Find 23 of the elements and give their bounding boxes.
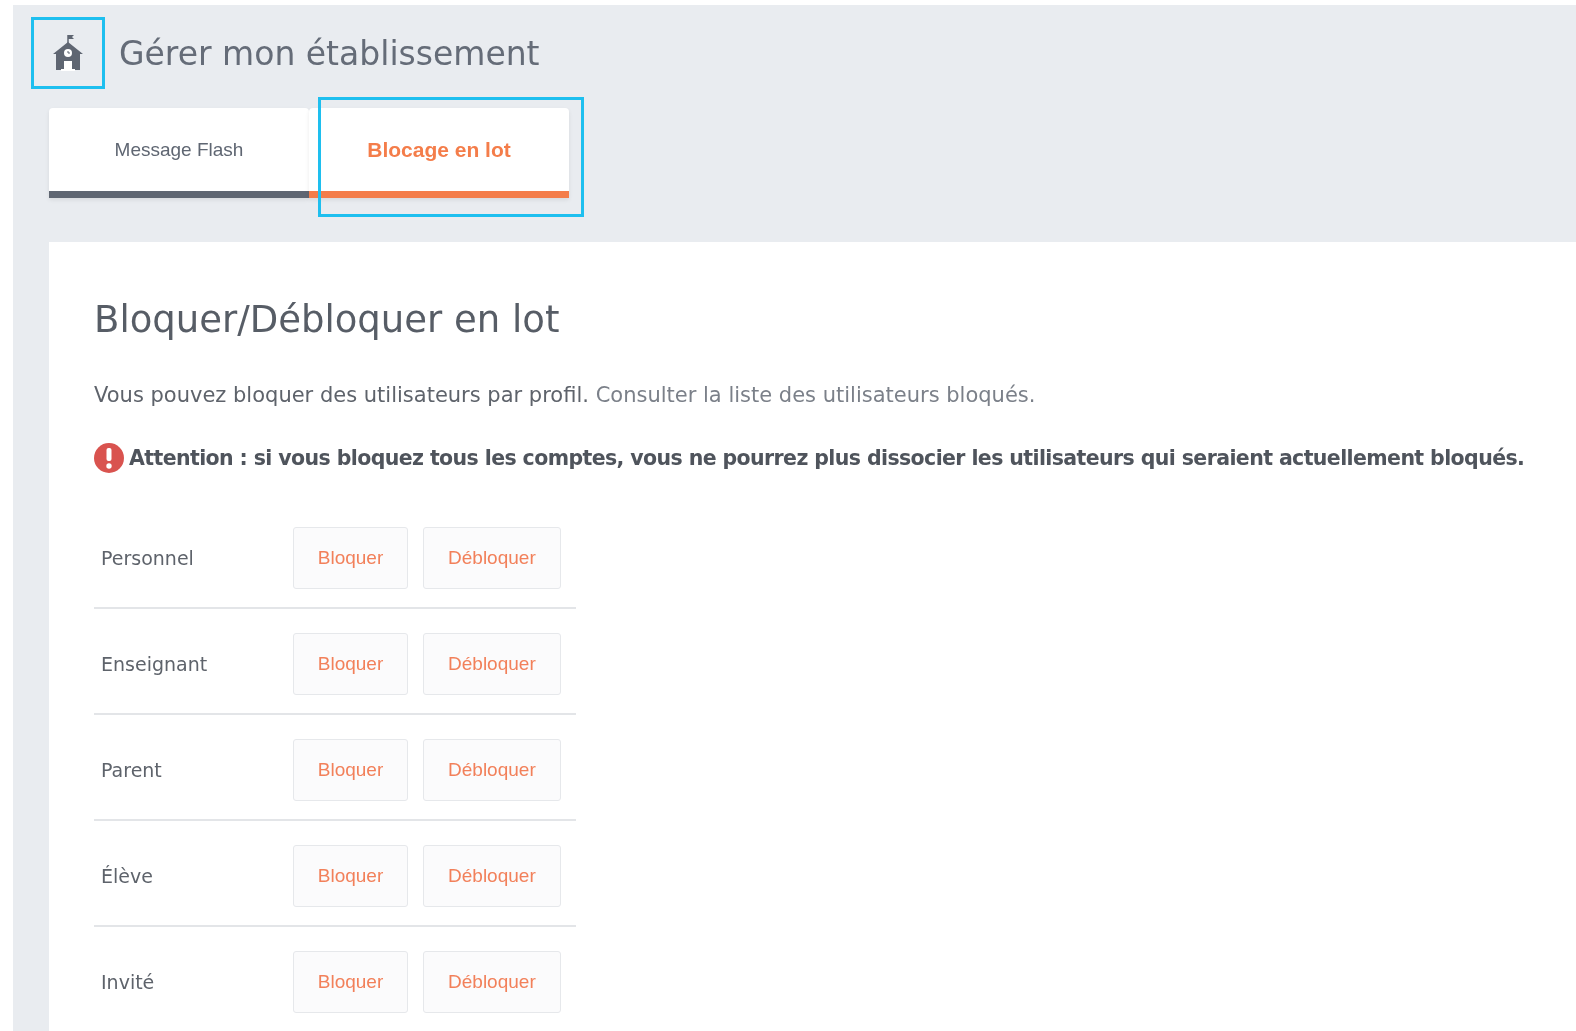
profile-label: Élève bbox=[100, 865, 154, 887]
profile-label: Personnel bbox=[100, 547, 195, 569]
blocked-users-link[interactable]: Consulter la liste des utilisateurs bloqués. bbox=[595, 383, 1036, 407]
tab[interactable]: Blocage en lot bbox=[309, 108, 569, 198]
block-button[interactable]: Bloquer bbox=[293, 951, 408, 1013]
unblock-button[interactable]: Débloquer bbox=[422, 951, 561, 1013]
warning-text: Attention : si vous bloquez tous les comptes, vous ne pourrez plus dissocier les utilisateurs qui seraient actuellement bloqués. bbox=[129, 446, 1525, 470]
unblock-button[interactable]: Débloquer bbox=[422, 845, 561, 907]
section-heading: Bloquer/Débloquer en lot bbox=[94, 298, 561, 341]
block-button[interactable]: Bloquer bbox=[293, 739, 408, 801]
block-button[interactable]: Bloquer bbox=[293, 527, 408, 589]
page-title: Gérer mon établissement bbox=[119, 33, 540, 73]
profile-label: Parent bbox=[100, 759, 163, 781]
intro-text: Vous pouvez bloquer des utilisateurs par profil. Consulter la liste des utilisateurs bloqués. bbox=[94, 383, 1037, 407]
unblock-button[interactable]: Débloquer bbox=[422, 527, 561, 589]
block-button[interactable]: Bloquer bbox=[293, 633, 408, 695]
profile-label: Invité bbox=[100, 971, 156, 993]
block-button[interactable]: Bloquer bbox=[293, 845, 408, 907]
profile-label: Enseignant bbox=[100, 653, 209, 675]
unblock-button[interactable]: Débloquer bbox=[422, 739, 561, 801]
tab[interactable]: Message Flash bbox=[49, 108, 309, 198]
warning-icon bbox=[94, 443, 124, 473]
unblock-button[interactable]: Débloquer bbox=[422, 633, 561, 695]
